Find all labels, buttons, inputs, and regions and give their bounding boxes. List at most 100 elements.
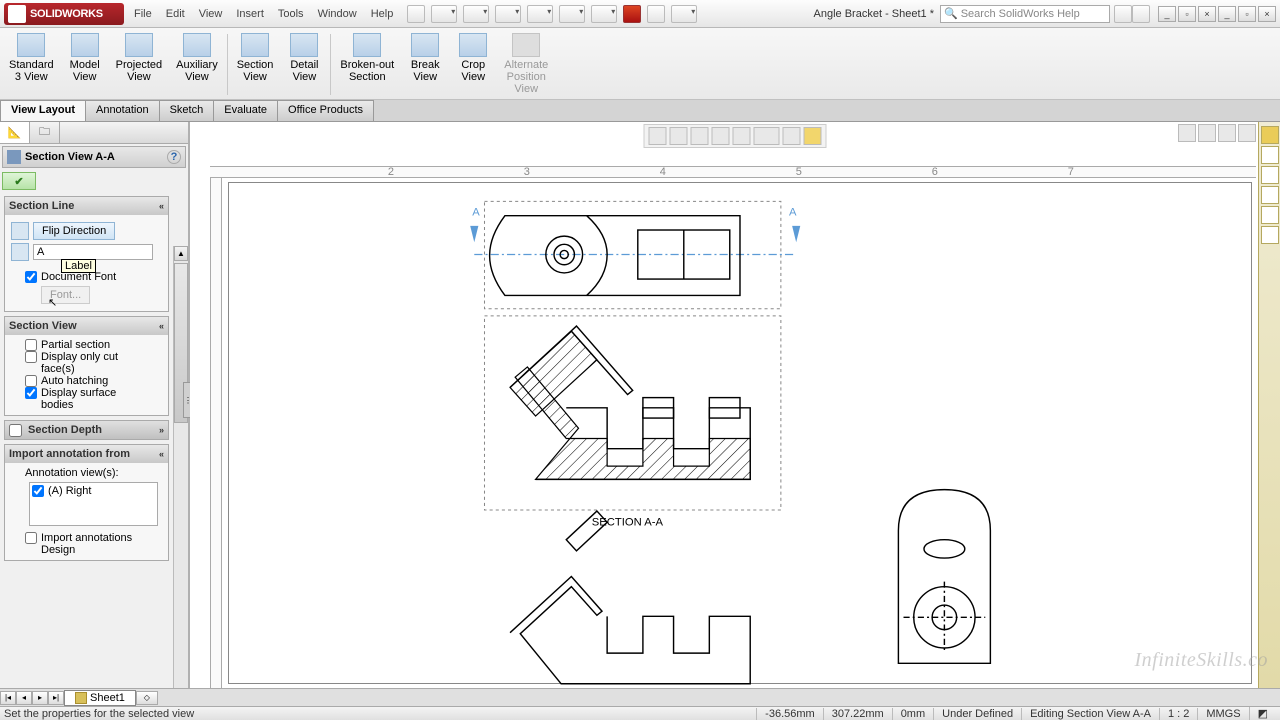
- menu-edit[interactable]: Edit: [166, 8, 185, 20]
- btn-projected-view[interactable]: Projected View: [109, 30, 169, 99]
- section-marker-a-left: A: [472, 207, 480, 219]
- qat-select-icon[interactable]: [591, 5, 617, 23]
- panel-section-line: Section Line« Flip Direction Label Docum…: [4, 196, 169, 312]
- view-settings-icon[interactable]: [804, 127, 822, 145]
- cursor-icon: ↖: [48, 296, 57, 309]
- tab-evaluate[interactable]: Evaluate: [213, 100, 278, 121]
- flip-direction-button[interactable]: Flip Direction: [33, 222, 115, 240]
- display-surface-bodies-checkbox[interactable]: [25, 387, 37, 399]
- qat-print-icon[interactable]: [527, 5, 553, 23]
- viewport-horiz-icon[interactable]: [1198, 124, 1216, 142]
- restore-child-button[interactable]: ▫: [1238, 6, 1256, 22]
- tab-view-layout[interactable]: View Layout: [0, 100, 86, 121]
- hide-show-icon[interactable]: [754, 127, 780, 145]
- qat-save-icon[interactable]: [495, 5, 521, 23]
- vertical-ruler: [210, 178, 222, 692]
- btn-section-view[interactable]: Section View: [230, 30, 281, 99]
- qat-undo-icon[interactable]: [559, 5, 585, 23]
- menu-window[interactable]: Window: [318, 8, 357, 20]
- zoom-fit-icon[interactable]: [649, 127, 667, 145]
- section-label-input[interactable]: [33, 244, 153, 260]
- chevron-up-icon[interactable]: «: [159, 321, 164, 331]
- qat-new-icon[interactable]: [431, 5, 457, 23]
- zoom-area-icon[interactable]: [670, 127, 688, 145]
- viewport-min-icon[interactable]: [1218, 124, 1236, 142]
- heads-up-toolbar: [644, 124, 827, 148]
- close-button[interactable]: ×: [1198, 6, 1216, 22]
- section-display-icon[interactable]: [712, 127, 730, 145]
- help-question-icon[interactable]: [1132, 5, 1150, 23]
- pm-ok-button[interactable]: ✔: [2, 172, 36, 190]
- pm-help-icon[interactable]: ?: [167, 150, 181, 164]
- menu-view[interactable]: View: [199, 8, 223, 20]
- sheet-tab[interactable]: Sheet1: [64, 690, 136, 706]
- apply-scene-icon[interactable]: [783, 127, 801, 145]
- btn-broken-out-section[interactable]: Broken-out Section: [333, 30, 401, 99]
- tp-resources-icon[interactable]: [1261, 126, 1279, 144]
- partial-section-checkbox[interactable]: [25, 339, 37, 351]
- help-search-input[interactable]: 🔍 Search SolidWorks Help: [940, 5, 1110, 23]
- tab-annotation[interactable]: Annotation: [85, 100, 160, 121]
- btn-crop-view[interactable]: Crop View: [449, 30, 497, 99]
- tab-sketch[interactable]: Sketch: [159, 100, 215, 121]
- pm-tab-feature-icon[interactable]: 📐: [0, 122, 30, 143]
- minimize-button[interactable]: _: [1158, 6, 1176, 22]
- viewport-single-icon[interactable]: [1178, 124, 1196, 142]
- sheet-nav-prev-icon[interactable]: ◂: [16, 691, 32, 705]
- sheet-nav-first-icon[interactable]: |◂: [0, 691, 16, 705]
- only-cut-faces-checkbox[interactable]: [25, 351, 37, 363]
- qat-screen-icon[interactable]: [671, 5, 697, 23]
- pm-title: Section View A-A: [25, 151, 115, 163]
- minimize-child-button[interactable]: _: [1218, 6, 1236, 22]
- btn-standard-3-view[interactable]: Standard 3 View: [2, 30, 61, 99]
- sheet-nav-next-icon[interactable]: ▸: [32, 691, 48, 705]
- menu-tools[interactable]: Tools: [278, 8, 304, 20]
- tp-design-library-icon[interactable]: [1261, 146, 1279, 164]
- chevron-down-icon[interactable]: »: [159, 425, 164, 435]
- pm-title-bar: Section View A-A ?: [2, 146, 186, 168]
- tp-appearances-icon[interactable]: [1261, 206, 1279, 224]
- help-guide-icon[interactable]: [1114, 5, 1132, 23]
- btn-detail-view[interactable]: Detail View: [280, 30, 328, 99]
- restore-button[interactable]: ▫: [1178, 6, 1196, 22]
- partial-section-label: Partial section: [41, 339, 110, 351]
- import-annotations-checkbox[interactable]: [25, 532, 37, 544]
- tab-office-products[interactable]: Office Products: [277, 100, 374, 121]
- section-depth-checkbox[interactable]: [9, 424, 22, 437]
- status-extra-icon[interactable]: ◩: [1249, 707, 1276, 720]
- drawing-canvas[interactable]: 2 3 4 5 6 7 A A: [190, 122, 1280, 692]
- btn-auxiliary-view[interactable]: Auxiliary View: [169, 30, 225, 99]
- qat-open-icon[interactable]: [463, 5, 489, 23]
- auto-hatching-checkbox[interactable]: [25, 375, 37, 387]
- tp-custom-props-icon[interactable]: [1261, 226, 1279, 244]
- viewport-max-icon[interactable]: [1238, 124, 1256, 142]
- tp-view-palette-icon[interactable]: [1261, 186, 1279, 204]
- menu-file[interactable]: File: [134, 8, 152, 20]
- pm-tab-config-icon[interactable]: 🗀: [30, 122, 60, 143]
- status-units: MMGS: [1197, 708, 1248, 720]
- qat-rebuild-icon[interactable]: [623, 5, 641, 23]
- qat-search-icon[interactable]: [407, 5, 425, 23]
- menu-insert[interactable]: Insert: [236, 8, 264, 20]
- annotation-view-right-checkbox[interactable]: [32, 485, 44, 497]
- prev-view-icon[interactable]: [691, 127, 709, 145]
- tp-file-explorer-icon[interactable]: [1261, 166, 1279, 184]
- design-label: Design: [41, 544, 75, 556]
- display-style-icon[interactable]: [733, 127, 751, 145]
- qat-options-icon[interactable]: [647, 5, 665, 23]
- btn-alternate-position-view: Alternate Position View: [497, 30, 555, 99]
- scroll-up-icon[interactable]: ▲: [174, 246, 188, 261]
- sheet-add-icon[interactable]: ◇: [136, 691, 158, 705]
- chevron-up-icon[interactable]: «: [159, 201, 164, 211]
- panel-section-depth: Section Depth»: [4, 420, 169, 440]
- menu-help[interactable]: Help: [371, 8, 394, 20]
- sheet-nav-last-icon[interactable]: ▸|: [48, 691, 64, 705]
- close-child-button[interactable]: ×: [1258, 6, 1276, 22]
- btn-model-view[interactable]: Model View: [61, 30, 109, 99]
- btn-break-view[interactable]: Break View: [401, 30, 449, 99]
- ribbon-tabs: View Layout Annotation Sketch Evaluate O…: [0, 100, 1280, 122]
- chevron-up-icon[interactable]: «: [159, 449, 164, 459]
- drawing-sheet: A A: [228, 182, 1252, 684]
- document-font-checkbox[interactable]: [25, 271, 37, 283]
- pm-scrollbar[interactable]: ▲: [173, 246, 188, 692]
